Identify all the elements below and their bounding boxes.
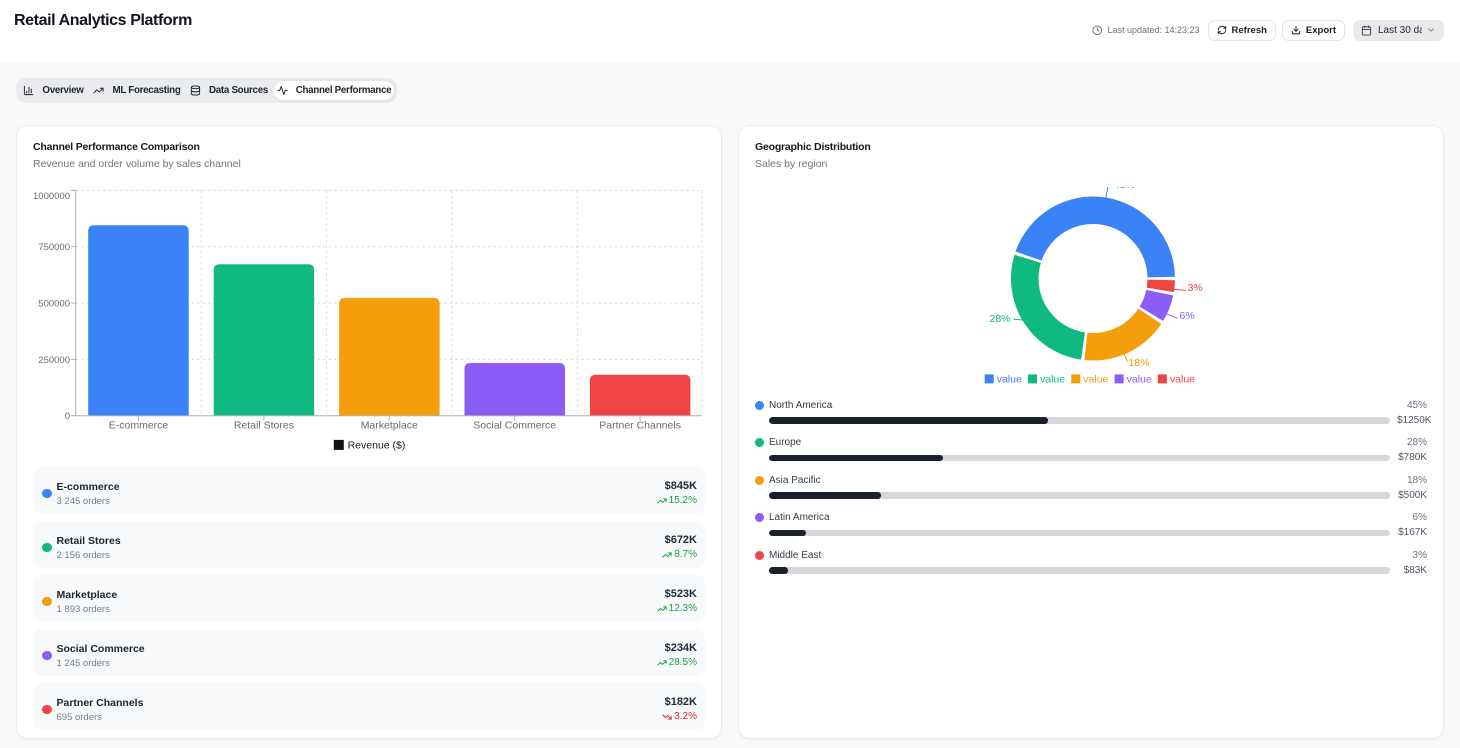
svg-text:500000: 500000 [38,299,70,310]
svg-text:E-commerce: E-commerce [109,420,169,432]
svg-text:1000000: 1000000 [33,191,70,202]
svg-text:value: value [997,373,1022,385]
svg-text:Social Commerce: Social Commerce [473,420,556,432]
svg-text:Revenue ($): Revenue ($) [348,440,406,452]
svg-text:3%: 3% [1188,282,1203,294]
svg-text:Partner Channels: Partner Channels [599,420,681,432]
svg-text:value: value [1170,373,1195,385]
svg-text:value: value [1127,373,1152,385]
svg-text:28%: 28% [989,313,1010,325]
svg-text:45%: 45% [1114,187,1135,191]
svg-text:Retail Stores: Retail Stores [234,420,294,432]
svg-text:0: 0 [65,411,70,422]
svg-text:250000: 250000 [38,355,70,366]
svg-text:value: value [1040,373,1065,385]
svg-text:Marketplace: Marketplace [361,420,418,432]
svg-text:6%: 6% [1180,310,1195,322]
svg-text:18%: 18% [1129,357,1150,369]
svg-text:value: value [1083,373,1108,385]
svg-text:750000: 750000 [38,242,70,253]
